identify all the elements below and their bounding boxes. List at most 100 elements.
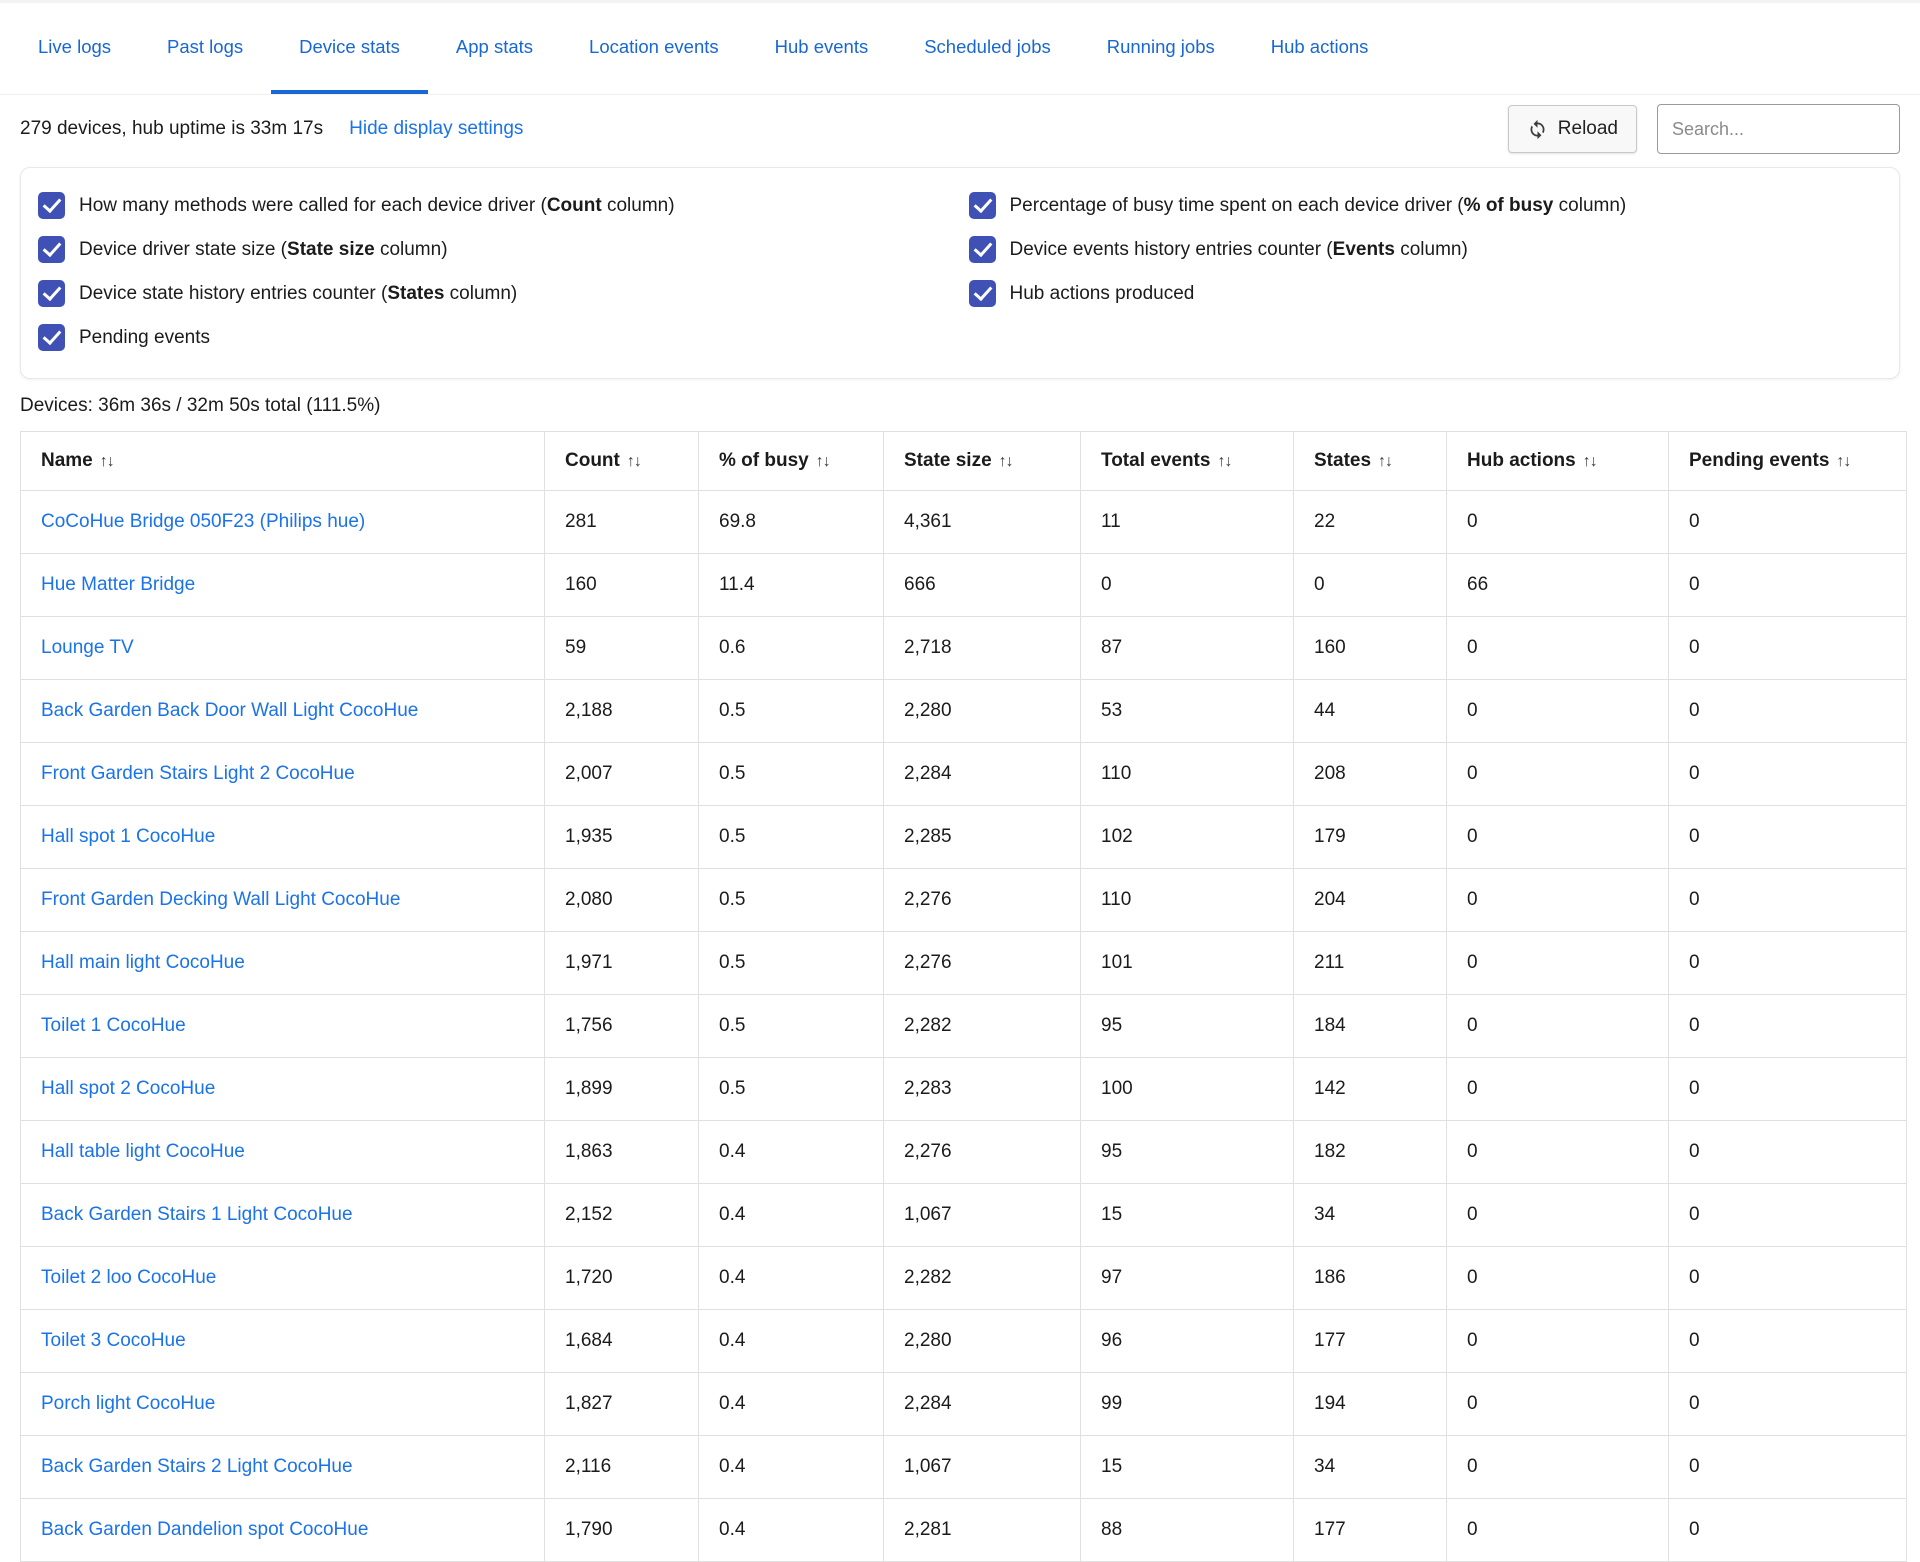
device-name-link[interactable]: CoCoHue Bridge 050F23 (Philips hue) — [41, 511, 365, 532]
sort-arrows-icon[interactable]: ↑↓ — [1836, 453, 1850, 470]
stat-cell: 2,080 — [545, 869, 699, 932]
stat-cell: 0 — [1447, 1184, 1669, 1247]
device-name-cell: CoCoHue Bridge 050F23 (Philips hue) — [21, 491, 545, 554]
search-input[interactable] — [1657, 104, 1900, 154]
stat-cell: 102 — [1081, 806, 1294, 869]
device-name-cell: Front Garden Decking Wall Light CocoHue — [21, 869, 545, 932]
table-row: Toilet 2 loo CocoHue1,7200.42,2829718600 — [21, 1247, 1907, 1310]
column-header-pending-events[interactable]: Pending events↑↓ — [1669, 432, 1907, 491]
stat-cell: 0 — [1447, 1310, 1669, 1373]
device-name-link[interactable]: Hall table light CocoHue — [41, 1141, 245, 1162]
column-header-total-events[interactable]: Total events↑↓ — [1081, 432, 1294, 491]
checkbox[interactable] — [38, 324, 65, 351]
tab-hub-actions[interactable]: Hub actions — [1243, 3, 1397, 94]
stat-cell: 0.6 — [699, 617, 884, 680]
checkbox[interactable] — [38, 280, 65, 307]
stat-cell: 0 — [1669, 1436, 1907, 1499]
tab-running-jobs[interactable]: Running jobs — [1079, 3, 1243, 94]
device-name-link[interactable]: Front Garden Decking Wall Light CocoHue — [41, 889, 400, 910]
stat-cell: 0 — [1669, 869, 1907, 932]
stat-cell: 0 — [1447, 1373, 1669, 1436]
stat-cell: 66 — [1447, 554, 1669, 617]
column-label: % of busy — [719, 450, 809, 471]
sort-arrows-icon[interactable]: ↑↓ — [816, 453, 830, 470]
stat-cell: 2,188 — [545, 680, 699, 743]
device-name-link[interactable]: Back Garden Stairs 2 Light CocoHue — [41, 1456, 353, 1477]
stat-cell: 177 — [1294, 1499, 1447, 1562]
stat-cell: 0 — [1669, 806, 1907, 869]
checkbox-label: Percentage of busy time spent on each de… — [1010, 195, 1627, 217]
column-label: Hub actions — [1467, 450, 1576, 471]
stat-cell: 87 — [1081, 617, 1294, 680]
stat-cell: 0.5 — [699, 680, 884, 743]
tab-past-logs[interactable]: Past logs — [139, 3, 271, 94]
device-name-link[interactable]: Toilet 1 CocoHue — [41, 1015, 186, 1036]
device-name-link[interactable]: Hue Matter Bridge — [41, 574, 195, 595]
column-header-state-size[interactable]: State size↑↓ — [884, 432, 1081, 491]
sort-arrows-icon[interactable]: ↑↓ — [1217, 453, 1231, 470]
device-name-cell: Toilet 2 loo CocoHue — [21, 1247, 545, 1310]
stat-cell: 0.4 — [699, 1184, 884, 1247]
column-header-count[interactable]: Count↑↓ — [545, 432, 699, 491]
stat-cell: 2,280 — [884, 680, 1081, 743]
stat-cell: 101 — [1081, 932, 1294, 995]
stat-cell: 0 — [1669, 1247, 1907, 1310]
checkbox[interactable] — [38, 236, 65, 263]
device-name-link[interactable]: Back Garden Back Door Wall Light CocoHue — [41, 700, 418, 721]
table-row: Toilet 3 CocoHue1,6840.42,2809617700 — [21, 1310, 1907, 1373]
stat-cell: 0 — [1447, 680, 1669, 743]
stat-cell: 2,276 — [884, 932, 1081, 995]
stat-cell: 160 — [1294, 617, 1447, 680]
column-header-name[interactable]: Name↑↓ — [21, 432, 545, 491]
device-name-link[interactable]: Front Garden Stairs Light 2 CocoHue — [41, 763, 355, 784]
checkbox[interactable] — [969, 236, 996, 263]
table-header-row: Name↑↓Count↑↓% of busy↑↓State size↑↓Tota… — [21, 432, 1907, 491]
checkbox[interactable] — [38, 192, 65, 219]
tab-hub-events[interactable]: Hub events — [747, 3, 897, 94]
device-name-link[interactable]: Back Garden Dandelion spot CocoHue — [41, 1519, 368, 1540]
column-header-of-busy[interactable]: % of busy ↑↓ — [699, 432, 884, 491]
checkbox[interactable] — [969, 192, 996, 219]
device-name-link[interactable]: Hall main light CocoHue — [41, 952, 245, 973]
device-name-link[interactable]: Toilet 2 loo CocoHue — [41, 1267, 216, 1288]
stat-cell: 0 — [1447, 1247, 1669, 1310]
device-name-link[interactable]: Hall spot 2 CocoHue — [41, 1078, 215, 1099]
device-name-link[interactable]: Lounge TV — [41, 637, 134, 658]
checkbox[interactable] — [969, 280, 996, 307]
device-name-link[interactable]: Toilet 3 CocoHue — [41, 1330, 186, 1351]
stat-cell: 0.5 — [699, 1058, 884, 1121]
tab-location-events[interactable]: Location events — [561, 3, 747, 94]
column-header-states[interactable]: States↑↓ — [1294, 432, 1447, 491]
stat-cell: 0 — [1669, 1310, 1907, 1373]
display-setting-item: Pending events — [38, 324, 969, 351]
tab-app-stats[interactable]: App stats — [428, 3, 561, 94]
reload-label: Reload — [1558, 118, 1618, 140]
table-row: Back Garden Stairs 2 Light CocoHue2,1160… — [21, 1436, 1907, 1499]
stat-cell: 2,007 — [545, 743, 699, 806]
display-setting-item: Device driver state size (State size col… — [38, 236, 969, 263]
sort-arrows-icon[interactable]: ↑↓ — [100, 453, 114, 470]
stat-cell: 2,283 — [884, 1058, 1081, 1121]
sort-arrows-icon[interactable]: ↑↓ — [627, 453, 641, 470]
tab-device-stats[interactable]: Device stats — [271, 3, 428, 94]
stat-cell: 186 — [1294, 1247, 1447, 1310]
table-row: Hall table light CocoHue1,8630.42,276951… — [21, 1121, 1907, 1184]
tab-scheduled-jobs[interactable]: Scheduled jobs — [896, 3, 1079, 94]
device-name-cell: Back Garden Stairs 1 Light CocoHue — [21, 1184, 545, 1247]
stat-cell: 184 — [1294, 995, 1447, 1058]
stat-cell: 2,280 — [884, 1310, 1081, 1373]
stat-cell: 211 — [1294, 932, 1447, 995]
device-name-link[interactable]: Porch light CocoHue — [41, 1393, 215, 1414]
hide-display-settings-link[interactable]: Hide display settings — [349, 118, 523, 140]
sort-arrows-icon[interactable]: ↑↓ — [999, 453, 1013, 470]
table-row: Hall main light CocoHue1,9710.52,2761012… — [21, 932, 1907, 995]
stat-cell: 0 — [1447, 1499, 1669, 1562]
device-name-link[interactable]: Back Garden Stairs 1 Light CocoHue — [41, 1204, 353, 1225]
device-name-link[interactable]: Hall spot 1 CocoHue — [41, 826, 215, 847]
stat-cell: 95 — [1081, 1121, 1294, 1184]
tab-live-logs[interactable]: Live logs — [10, 3, 139, 94]
column-header-hub-actions[interactable]: Hub actions ↑↓ — [1447, 432, 1669, 491]
sort-arrows-icon[interactable]: ↑↓ — [1378, 453, 1392, 470]
reload-button[interactable]: Reload — [1508, 105, 1637, 153]
sort-arrows-icon[interactable]: ↑↓ — [1583, 453, 1597, 470]
